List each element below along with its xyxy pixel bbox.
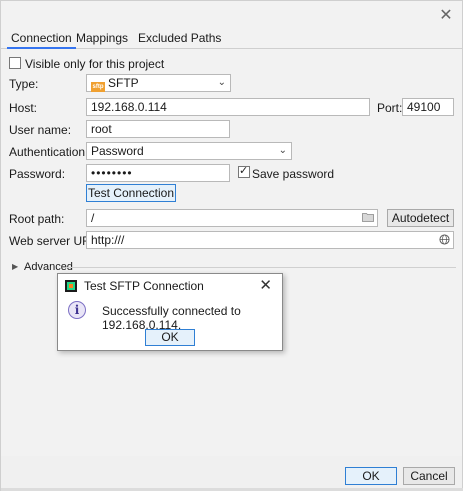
type-select[interactable]: sftp SFTP ⌄ <box>86 74 231 92</box>
autodetect-button[interactable]: Autodetect <box>387 209 454 227</box>
username-input[interactable]: root <box>86 120 230 138</box>
auth-label: Authentication: <box>9 145 89 159</box>
test-connection-dialog: Test SFTP Connection ✕ i Successfully co… <box>57 273 283 351</box>
tab-connection[interactable]: Connection <box>7 31 76 49</box>
close-icon[interactable]: ✕ <box>259 276 272 294</box>
deployment-config-window: ✕ Connection Mappings Excluded Paths Vis… <box>0 0 463 491</box>
chevron-down-icon: ⌄ <box>217 77 226 88</box>
web-url-value: http:/// <box>91 233 125 247</box>
dialog-ok-button[interactable]: OK <box>145 329 195 346</box>
dialog-message: Successfully connected to 192.168.0.114. <box>102 304 241 332</box>
save-password-label: Save password <box>252 167 335 181</box>
test-connection-button[interactable]: Test Connection <box>86 184 176 202</box>
root-path-input[interactable]: / <box>86 209 378 227</box>
tab-mappings[interactable]: Mappings <box>72 31 132 49</box>
root-path-value: / <box>91 211 95 225</box>
sftp-icon: sftp <box>91 82 105 92</box>
username-label: User name: <box>9 123 72 137</box>
port-input[interactable]: 49100 <box>402 98 454 116</box>
type-label: Type: <box>9 77 39 91</box>
visible-only-label: Visible only for this project <box>25 57 165 71</box>
web-url-input[interactable]: http:/// <box>86 231 454 249</box>
host-input[interactable]: 192.168.0.114 <box>86 98 370 116</box>
save-password-checkbox[interactable] <box>238 164 250 178</box>
tab-bar: Connection Mappings Excluded Paths <box>1 27 462 49</box>
globe-icon[interactable] <box>439 234 450 245</box>
type-value: SFTP <box>108 76 139 90</box>
close-icon[interactable]: ✕ <box>437 7 455 25</box>
advanced-toggle[interactable]: Advanced <box>24 261 73 273</box>
dialog-title: Test SFTP Connection <box>84 279 204 293</box>
info-icon: i <box>68 301 86 319</box>
expand-arrow-icon[interactable]: ▶ <box>12 262 18 271</box>
dialog-footer: OK Cancel <box>1 456 462 490</box>
app-icon <box>65 280 77 292</box>
ok-button[interactable]: OK <box>345 467 397 485</box>
tab-excluded-paths[interactable]: Excluded Paths <box>134 31 225 49</box>
chevron-down-icon: ⌄ <box>278 145 287 156</box>
password-label: Password: <box>9 167 66 181</box>
root-path-label: Root path: <box>9 212 65 226</box>
folder-icon[interactable] <box>362 212 374 222</box>
host-label: Host: <box>9 101 38 115</box>
cancel-button[interactable]: Cancel <box>403 467 455 485</box>
auth-value: Password <box>91 144 144 158</box>
visible-only-checkbox[interactable] <box>9 57 21 69</box>
port-label: Port: <box>377 101 403 115</box>
advanced-divider <box>67 267 456 268</box>
auth-select[interactable]: Password ⌄ <box>86 142 292 160</box>
password-input[interactable]: •••••••• <box>86 164 230 182</box>
